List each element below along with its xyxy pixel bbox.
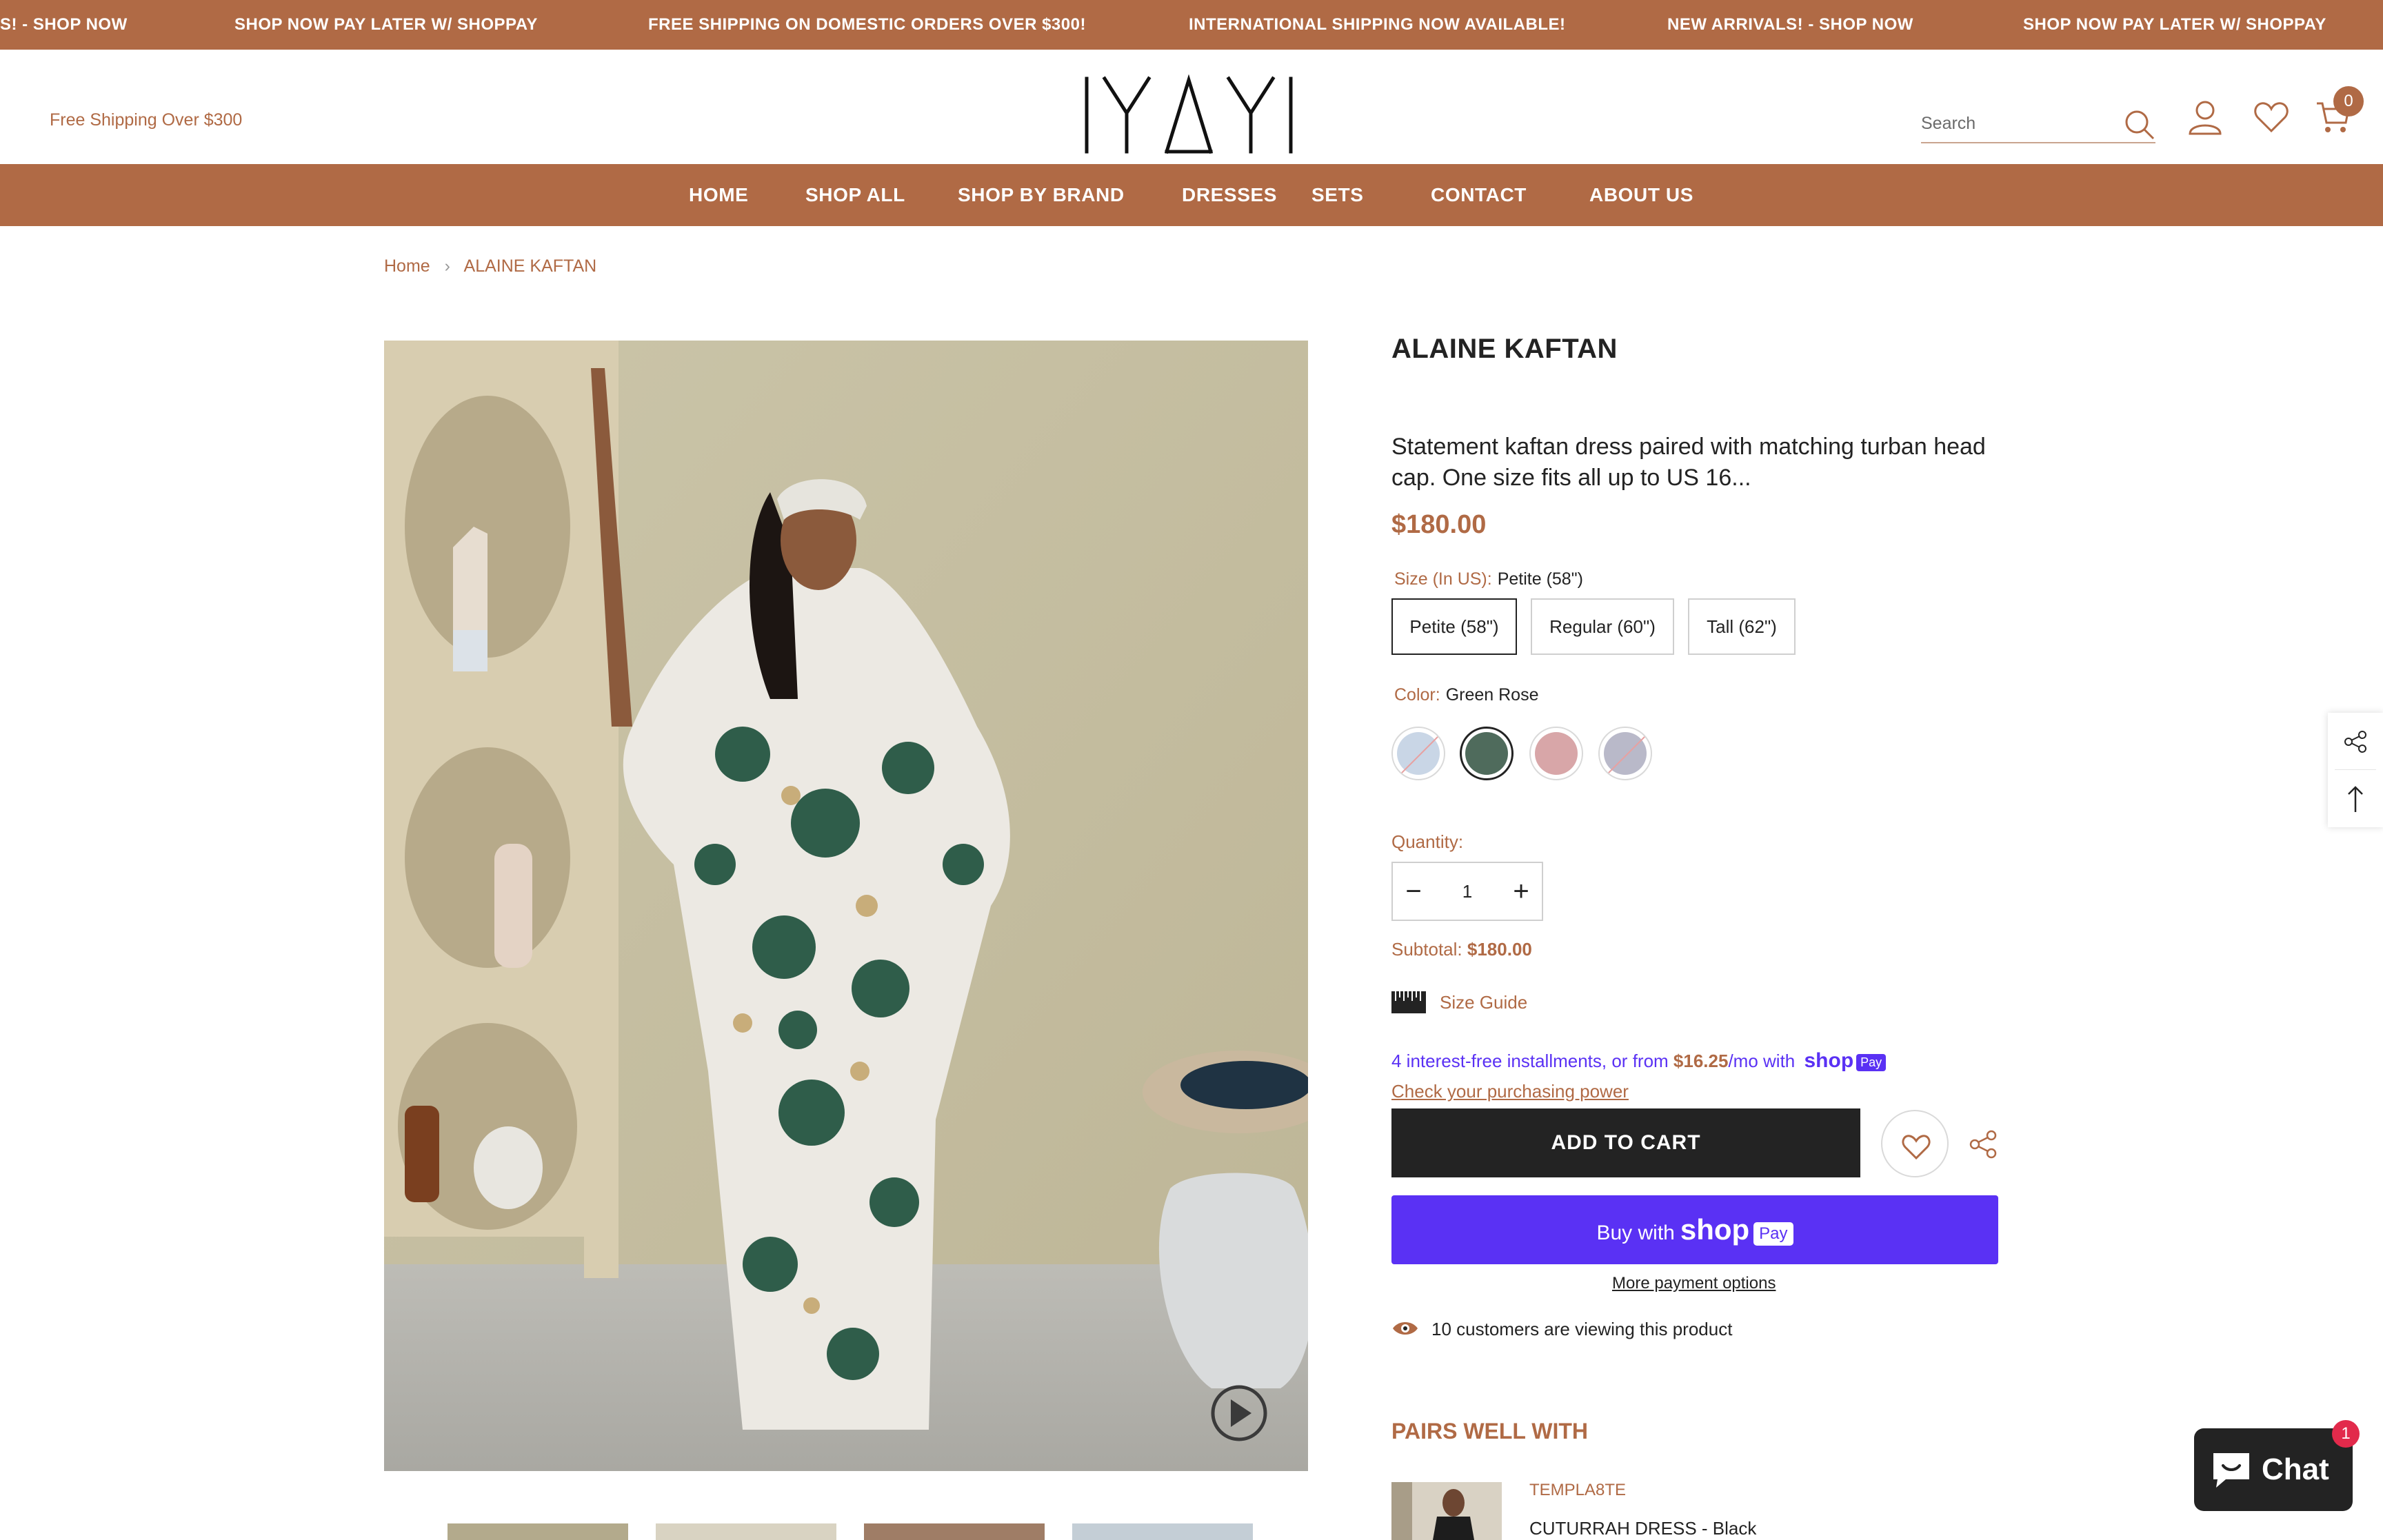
product-photo — [384, 341, 1308, 1471]
color-swatch-3[interactable] — [1529, 727, 1583, 780]
chevron-right-icon: › — [444, 256, 450, 276]
chat-label: Chat — [2262, 1452, 2329, 1486]
product-main-image[interactable] — [384, 341, 1308, 1471]
subtotal: Subtotal: $180.00 — [1391, 939, 1532, 960]
eye-icon — [1393, 1322, 1418, 1335]
chat-button[interactable]: Chat — [2194, 1428, 2353, 1511]
chat-notification-badge: 1 — [2332, 1420, 2360, 1448]
search-icon[interactable] — [2124, 109, 2155, 141]
pair-product-brand[interactable]: TEMPLA8TE — [1529, 1481, 1626, 1500]
shop-logo: shop — [1804, 1049, 1854, 1072]
size-option-tall[interactable]: Tall (62") — [1688, 598, 1796, 655]
floating-side-tools — [2328, 713, 2383, 827]
quantity-input[interactable]: 1 — [1434, 863, 1500, 920]
color-label-row: Color: Green Rose — [1394, 685, 1538, 705]
site-header: Free Shipping Over $300 0 — [0, 50, 2383, 164]
size-selected-value: Petite (58") — [1497, 569, 1583, 589]
check-purchasing-power-link[interactable]: Check your purchasing power — [1391, 1081, 1629, 1102]
announcement-item[interactable]: SHOP NOW PAY LATER W/ SHOPPAY — [234, 0, 538, 50]
announcement-item[interactable]: SHOP NOW PAY LATER W/ SHOPPAY — [2023, 0, 2326, 50]
breadcrumb-current: ALAINE KAFTAN — [463, 256, 597, 276]
subtotal-value: $180.00 — [1467, 939, 1532, 960]
swatch-image — [1535, 732, 1578, 775]
free-shipping-note: Free Shipping Over $300 — [50, 110, 243, 130]
color-label: Color: — [1394, 685, 1440, 705]
announcement-item[interactable]: S! - SHOP NOW — [0, 0, 128, 50]
color-swatch-green-rose[interactable] — [1460, 727, 1514, 780]
nav-item-sets[interactable]: SETS — [1311, 164, 1364, 226]
subtotal-label: Subtotal: — [1391, 939, 1462, 960]
nav-item-home[interactable]: HOME — [689, 164, 748, 226]
nav-item-shop-all[interactable]: SHOP ALL — [805, 164, 905, 226]
divider — [2335, 769, 2376, 770]
size-label-row: Size (In US): Petite (58") — [1394, 569, 1583, 589]
share-icon[interactable] — [2328, 713, 2383, 769]
add-to-wishlist-button[interactable] — [1881, 1110, 1949, 1177]
unavailable-strike-icon — [1400, 736, 1439, 774]
size-label: Size (In US): — [1394, 569, 1492, 589]
main-nav: HOME SHOP ALL SHOP BY BRAND DRESSES SETS… — [0, 164, 2383, 226]
wishlist-heart-icon[interactable] — [2252, 98, 2291, 136]
thumbnail-3[interactable] — [864, 1523, 1045, 1540]
chat-bubble-icon — [2213, 1453, 2249, 1488]
breadcrumb: Home › ALAINE KAFTAN — [384, 256, 596, 276]
color-selected-value: Green Rose — [1445, 685, 1539, 705]
color-swatch-4[interactable] — [1598, 727, 1652, 780]
pairs-well-with-heading: PAIRS WELL WITH — [1391, 1419, 1589, 1443]
search-input[interactable] — [1921, 105, 2114, 142]
size-option-petite[interactable]: Petite (58") — [1391, 598, 1517, 655]
pair-product-photo — [1391, 1482, 1502, 1540]
quantity-increase-button[interactable]: + — [1500, 863, 1542, 920]
nav-item-about-us[interactable]: ABOUT US — [1589, 164, 1693, 226]
more-payment-options-link[interactable]: More payment options — [1612, 1274, 1776, 1293]
add-to-cart-button[interactable]: ADD TO CART — [1391, 1108, 1860, 1177]
breadcrumb-home[interactable]: Home — [384, 256, 430, 276]
ruler-icon — [1391, 991, 1426, 1013]
product-price: $180.00 — [1391, 510, 1487, 539]
quantity-label: Quantity: — [1391, 831, 1464, 852]
shop-logo: shop — [1680, 1213, 1750, 1246]
product-title: ALAINE KAFTAN — [1391, 334, 1618, 364]
viewers-text: 10 customers are viewing this product — [1431, 1319, 1733, 1339]
nav-item-contact[interactable]: CONTACT — [1431, 164, 1527, 226]
pair-product-name[interactable]: CUTURRAH DRESS - Black — [1529, 1518, 1756, 1539]
announcement-item[interactable]: NEW ARRIVALS! - SHOP NOW — [1667, 0, 1913, 50]
nav-item-shop-by-brand[interactable]: SHOP BY BRAND — [958, 164, 1125, 226]
nav-item-dresses[interactable]: DRESSES — [1182, 164, 1277, 226]
swatch-image — [1465, 732, 1508, 775]
buy-with-label: Buy with — [1596, 1222, 1675, 1244]
unavailable-strike-icon — [1607, 736, 1646, 774]
pay-tag: Pay — [1856, 1053, 1887, 1071]
color-swatch-1[interactable] — [1391, 727, 1445, 780]
quantity-decrease-button[interactable]: − — [1393, 863, 1434, 920]
back-to-top-arrow-icon[interactable] — [2328, 771, 2383, 827]
thumbnail-4[interactable] — [1072, 1523, 1253, 1540]
cart-count-badge: 0 — [2333, 86, 2364, 116]
buy-with-shoppay-button[interactable]: Buy with shop Pay — [1391, 1195, 1998, 1264]
size-guide-label: Size Guide — [1440, 992, 1528, 1013]
announcement-item[interactable]: FREE SHIPPING ON DOMESTIC ORDERS OVER $3… — [648, 0, 1086, 50]
announcement-item[interactable]: INTERNATIONAL SHIPPING NOW AVAILABLE! — [1189, 0, 1566, 50]
thumbnail-2[interactable] — [656, 1523, 836, 1540]
installments-note: 4 interest-free installments, or from $1… — [1391, 1049, 1887, 1073]
announcement-bar: S! - SHOP NOW SHOP NOW PAY LATER W/ SHOP… — [0, 0, 2383, 50]
thumbnail-1[interactable] — [448, 1523, 628, 1540]
installments-suffix: /mo with — [1728, 1051, 1800, 1071]
search-box — [1921, 105, 2155, 143]
size-option-regular[interactable]: Regular (60") — [1531, 598, 1674, 655]
pair-product-thumbnail[interactable] — [1391, 1482, 1502, 1540]
installments-prefix: 4 interest-free installments, or from — [1391, 1051, 1673, 1071]
brand-logo[interactable] — [1084, 74, 1295, 156]
pay-tag: Pay — [1753, 1222, 1793, 1246]
product-description: Statement kaftan dress paired with match… — [1391, 434, 1986, 491]
account-icon[interactable] — [2186, 98, 2224, 136]
share-icon[interactable] — [1968, 1129, 1998, 1159]
quantity-stepper: − 1 + — [1391, 862, 1543, 921]
installments-amount: $16.25 — [1673, 1051, 1729, 1071]
heart-icon — [1902, 1135, 1931, 1160]
